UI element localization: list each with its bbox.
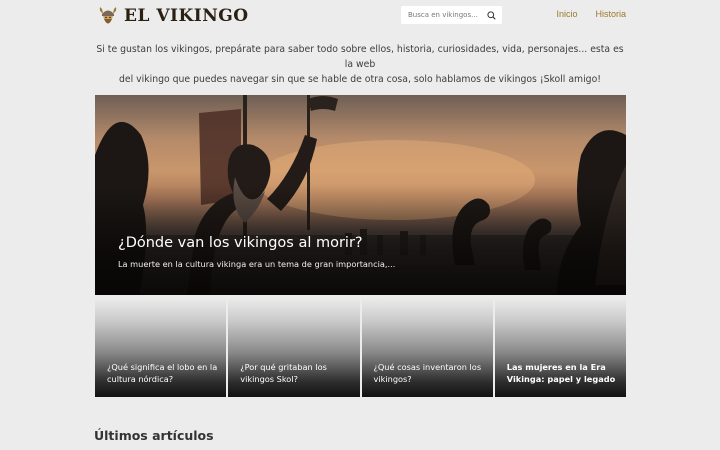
article-card-title: Las mujeres en la Era Vikinga: papel y l… <box>506 362 616 384</box>
nav-link-historia[interactable]: Historia <box>595 9 626 19</box>
viking-helmet-icon <box>99 7 117 24</box>
article-card[interactable]: ¿Qué cosas inventaron los vikingos? <box>361 297 493 397</box>
search-icon[interactable] <box>487 10 496 20</box>
hero-description: La muerte en la cultura vikinga era un t… <box>118 259 396 269</box>
article-card-title: ¿Por qué gritaban los vikingos Skol? <box>240 362 327 384</box>
featured-article[interactable]: ¿Dónde van los vikingos al morir? La mue… <box>95 95 626 295</box>
site-logo[interactable]: EL VIKINGO <box>98 4 249 28</box>
latest-articles-heading: Últimos artículos <box>94 428 214 443</box>
article-card[interactable]: ¿Por qué gritaban los vikingos Skol? <box>228 297 360 397</box>
article-card-title: ¿Qué cosas inventaron los vikingos? <box>373 362 482 384</box>
nav-link-inicio[interactable]: Inicio <box>556 9 577 19</box>
site-header: EL VIKINGO Inicio Historia <box>0 0 720 32</box>
intro-line-1: Si te gustan los vikingos, prepárate par… <box>96 44 624 70</box>
article-card[interactable]: Las mujeres en la Era Vikinga: papel y l… <box>494 297 626 397</box>
hero-title[interactable]: ¿Dónde van los vikingos al morir? <box>118 235 363 251</box>
intro-text: Si te gustan los vikingos, prepárate par… <box>94 42 626 87</box>
intro-line-2: del vikingo que puedes navegar sin que s… <box>118 74 601 85</box>
logo-text: EL VIKINGO <box>124 6 249 26</box>
article-card-title: ¿Qué significa el lobo en la cultura nór… <box>107 362 218 384</box>
search-box[interactable] <box>401 6 502 24</box>
search-input[interactable] <box>408 11 478 19</box>
article-card[interactable]: ¿Qué significa el lobo en la cultura nór… <box>95 297 227 397</box>
article-cards: ¿Qué significa el lobo en la cultura nór… <box>95 297 626 397</box>
main-nav: Inicio Historia <box>556 9 626 19</box>
